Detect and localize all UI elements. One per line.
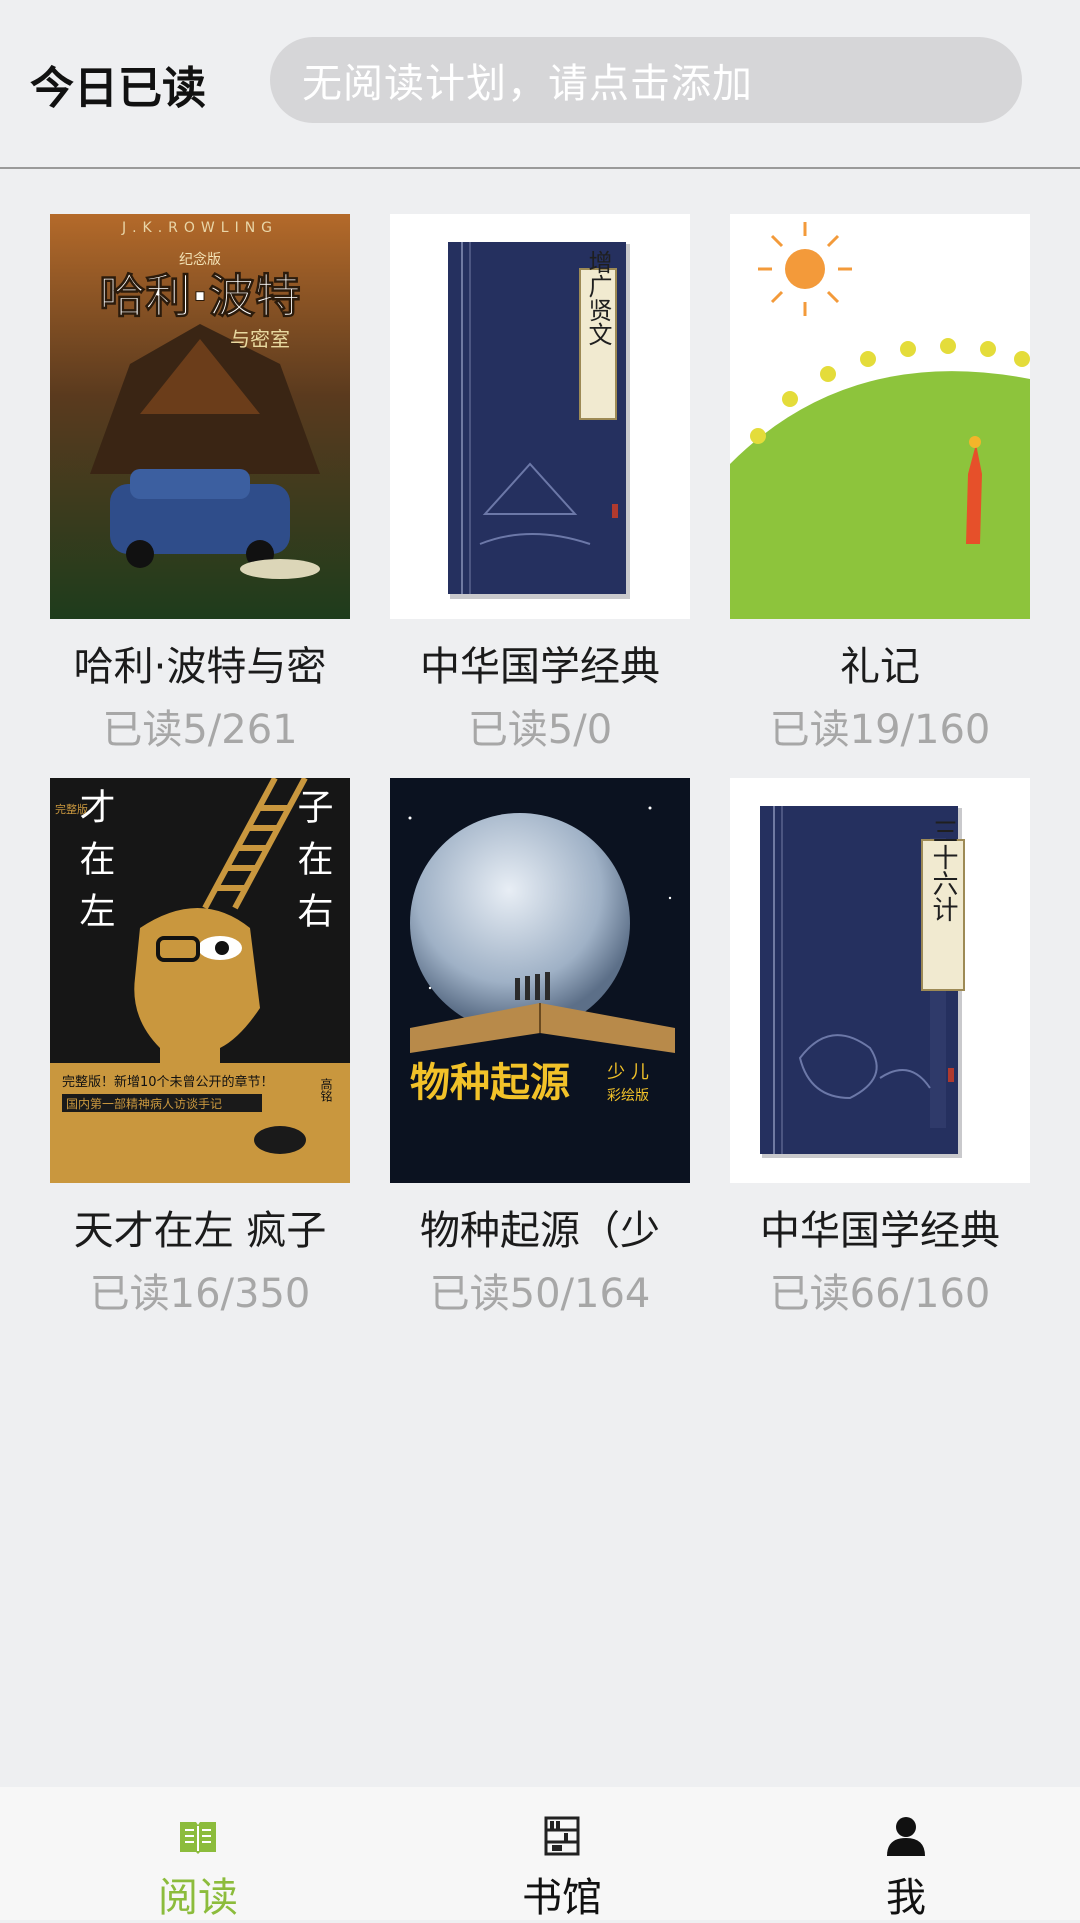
cover-badge: 彩绘版 [607, 1088, 649, 1104]
bookshelf-icon [544, 1816, 580, 1856]
book-title: 天才在左 疯子 [73, 1208, 327, 1254]
book-progress: 已读19/160 [769, 707, 991, 753]
book-cover-zenguang-xianwen[interactable]: 增广贤文 [390, 214, 690, 619]
book-cover-36-stratagems[interactable]: 三十六计 [730, 778, 1030, 1183]
reading-plan-button[interactable]: 无阅读计划，请点击添加 [270, 37, 1022, 123]
tab-reading-label: 阅读 [158, 1875, 238, 1921]
cover-subtitle: 少 儿 [607, 1062, 649, 1083]
cover-main-title: 三十六计 [928, 818, 958, 922]
book-progress: 已读50/164 [429, 1271, 651, 1317]
top-header: 今日已读 无阅读计划，请点击添加 [0, 0, 1080, 169]
bottom-tab-bar: 阅读 书馆 我 [0, 1787, 1080, 1921]
cover-badge: 纪念版 [179, 251, 221, 268]
book-cover-harry-potter[interactable]: J.K.ROWLING 纪念版 哈利·波特 与密室 [50, 214, 350, 619]
person-icon [887, 1817, 925, 1856]
cover-author: J.K.ROWLING [121, 220, 278, 236]
book-title: 哈利·波特与密 [73, 644, 327, 690]
today-read-title: 今日已读 [30, 63, 206, 114]
book-title: 礼记 [840, 644, 920, 690]
book-progress: 已读16/350 [89, 1271, 311, 1317]
tab-me-label: 我 [886, 1875, 926, 1921]
cover-main-title: 增广贤文 [584, 250, 612, 346]
cover-author: 高铭 [319, 1077, 333, 1102]
tab-reading[interactable]: 阅读 [18, 1787, 378, 1921]
book-title: 中华国学经典 [420, 644, 660, 690]
book-cover-origin-of-species[interactable]: 物种起源 少 儿 彩绘版 [390, 778, 690, 1183]
book-cover-liji[interactable] [730, 214, 1030, 619]
book-title: 物种起源（少 [420, 1208, 660, 1254]
open-book-icon [180, 1822, 216, 1854]
cover-line-1: 完整版！新增10个未曾公开的章节！ [62, 1074, 274, 1090]
cover-subtitle: 与密室 [230, 327, 290, 351]
book-progress: 已读5/261 [102, 707, 298, 753]
cover-main-title: 物种起源 [410, 1060, 570, 1106]
tab-library[interactable]: 书馆 [382, 1787, 742, 1921]
cover-main-title: 哈利·波特 [99, 269, 300, 323]
book-progress: 已读66/160 [769, 1271, 991, 1317]
book-cover-genius-left[interactable]: 完整版 天才在左 疯子在右 完整版！新增10个未曾公开的章节！ 国内第一部精神病… [50, 778, 350, 1183]
book-progress: 已读5/0 [467, 707, 613, 753]
book-title: 中华国学经典 [760, 1208, 1000, 1254]
cover-left-title: 天才在左 [74, 778, 115, 944]
tab-library-label: 书馆 [522, 1875, 602, 1921]
tab-me[interactable]: 我 [726, 1787, 1080, 1921]
cover-line-2: 国内第一部精神病人访谈手记 [66, 1096, 222, 1111]
cover-right-title: 疯子在右 [292, 778, 333, 944]
